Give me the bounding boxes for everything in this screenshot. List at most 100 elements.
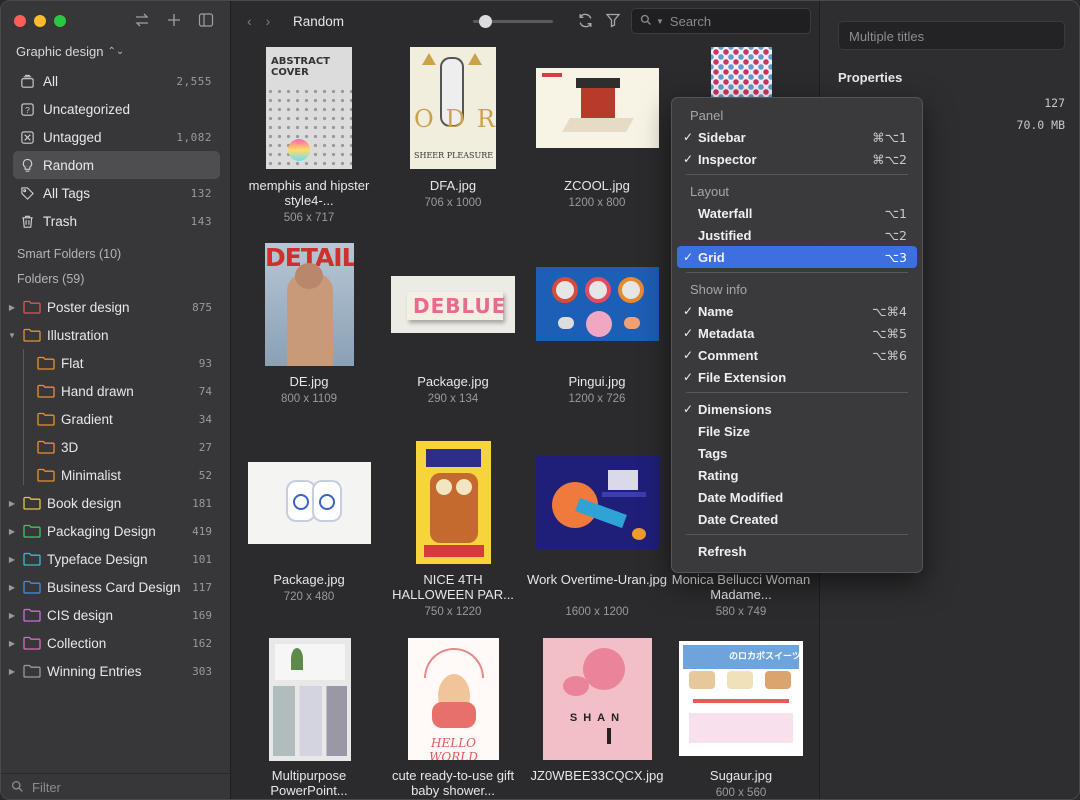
menu-item-file-size[interactable]: File Size — [677, 420, 917, 442]
item-name[interactable]: ZCOOL.jpg — [527, 178, 667, 193]
item-name[interactable]: NICE 4TH HALLOWEEN PAR... — [383, 572, 523, 602]
filter-bar[interactable]: Filter — [1, 773, 230, 799]
zoom-window-button[interactable] — [54, 15, 66, 27]
thumbnail-image[interactable]: DETAILS — [265, 243, 354, 366]
filter-input[interactable]: Filter — [32, 780, 61, 795]
item-name[interactable]: DE.jpg — [239, 374, 379, 389]
thumbnail-image[interactable] — [416, 441, 491, 564]
menu-item-waterfall[interactable]: Waterfall ⌥1 — [677, 202, 917, 224]
sync-arrows-icon[interactable] — [134, 12, 150, 28]
menu-item-refresh[interactable]: Refresh — [677, 540, 917, 562]
menu-item-date-created[interactable]: Date Created — [677, 508, 917, 530]
menu-item-inspector[interactable]: ✓ Inspector ⌘⌥2 — [677, 148, 917, 170]
sidebar-item-all-tags[interactable]: All Tags 132 — [13, 179, 220, 207]
item-name[interactable]: Monica Bellucci Woman Madame... — [671, 572, 811, 602]
folder-item[interactable]: ▶ Typeface Design 101 — [1, 545, 230, 573]
search-input[interactable]: Search — [670, 14, 711, 29]
folder-item[interactable]: ▶ CIS design 169 — [1, 601, 230, 629]
title-field[interactable]: Multiple titles — [838, 21, 1065, 50]
minimize-window-button[interactable] — [34, 15, 46, 27]
item-name[interactable]: Sugaur.jpg — [671, 768, 811, 783]
menu-item-date-modified[interactable]: Date Modified — [677, 486, 917, 508]
folder-item[interactable]: Minimalist 52 — [1, 461, 230, 489]
thumbnail-image[interactable]: DEBLUE — [391, 276, 515, 333]
folder-item[interactable]: ▶ Poster design 875 — [1, 293, 230, 321]
item-name[interactable]: Pingui.jpg — [527, 374, 667, 389]
folders-header[interactable]: Folders (59) — [17, 272, 84, 286]
item-name[interactable]: cute ready-to-use gift baby shower... — [383, 768, 523, 798]
menu-item-label: Date Modified — [698, 489, 784, 505]
close-window-button[interactable] — [14, 15, 26, 27]
disclosure-closed-icon[interactable]: ▶ — [5, 611, 19, 620]
banner-text: のロカボスイーツ — [729, 652, 801, 662]
smart-folders-header[interactable]: Smart Folders (10) — [17, 247, 121, 261]
disclosure-closed-icon[interactable]: ▶ — [5, 555, 19, 564]
item-name[interactable]: Work Overtime-Uran.jpg — [527, 572, 667, 587]
menu-item-metadata[interactable]: ✓ Metadata ⌥⌘5 — [677, 322, 917, 344]
view-options-menu: Panel ✓ Sidebar ⌘⌥1 ✓ Inspector ⌘⌥2 Layout Water… — [671, 97, 923, 573]
menu-item-comment[interactable]: ✓ Comment ⌥⌘6 — [677, 344, 917, 366]
menu-item-file-extension[interactable]: ✓ File Extension — [677, 366, 917, 388]
slider-knob[interactable] — [479, 15, 492, 28]
item-name[interactable]: Package.jpg — [383, 374, 523, 389]
thumbnail-image[interactable] — [536, 68, 659, 148]
sidebar-toggle-icon[interactable] — [198, 12, 214, 28]
menu-item-sidebar[interactable]: ✓ Sidebar ⌘⌥1 — [677, 126, 917, 148]
disclosure-closed-icon[interactable]: ▶ — [5, 527, 19, 536]
thumbnail-image[interactable]: のロカボスイーツ — [679, 641, 803, 756]
menu-item-rating[interactable]: Rating — [677, 464, 917, 486]
thumbnail-image[interactable] — [248, 462, 371, 544]
thumbnail-image[interactable] — [269, 638, 351, 761]
thumbnail-image[interactable]: HELLO WORLD — [408, 638, 499, 760]
menu-item-dimensions[interactable]: ✓ Dimensions — [677, 398, 917, 420]
thumbnail-image[interactable] — [536, 456, 659, 549]
thumbnail-image[interactable]: ABSTRACT COVER — [266, 47, 352, 169]
item-name[interactable]: memphis and hipster style4-... — [239, 178, 379, 208]
sidebar-item-untagged[interactable]: Untagged 1,082 — [13, 123, 220, 151]
sidebar-item-uncategorized[interactable]: ? Uncategorized — [13, 95, 220, 123]
item-name[interactable]: JZ0WBEE33CQCX.jpg — [527, 768, 667, 783]
menu-item-grid[interactable]: ✓ Grid ⌥3 — [677, 246, 917, 268]
thumbnail-image[interactable] — [711, 47, 772, 99]
disclosure-open-icon[interactable]: ▼ — [5, 331, 19, 340]
folder-item[interactable]: ▶ Book design 181 — [1, 489, 230, 517]
disclosure-closed-icon[interactable]: ▶ — [5, 303, 19, 312]
folder-item[interactable]: ▼ Illustration — [1, 321, 230, 349]
add-icon[interactable] — [166, 12, 182, 28]
thumbnail-image[interactable] — [536, 267, 659, 341]
folder-item[interactable]: 3D 27 — [1, 433, 230, 461]
menu-item-tags[interactable]: Tags — [677, 442, 917, 464]
filter-funnel-icon[interactable] — [605, 12, 621, 31]
menu-item-name[interactable]: ✓ Name ⌥⌘4 — [677, 300, 917, 322]
folder-icon — [37, 440, 55, 454]
search-field[interactable]: ▼ Search — [631, 8, 811, 34]
folder-item[interactable]: ▶ Packaging Design 419 — [1, 517, 230, 545]
back-arrow-icon[interactable]: ‹ — [247, 13, 252, 29]
item-name[interactable]: Package.jpg — [239, 572, 379, 587]
folder-item[interactable]: Hand drawn 74 — [1, 377, 230, 405]
sidebar-item-all[interactable]: All 2,555 — [13, 67, 220, 95]
folder-item[interactable]: Gradient 34 — [1, 405, 230, 433]
folder-item[interactable]: Flat 93 — [1, 349, 230, 377]
thumbnail-image[interactable]: SHAN — [543, 638, 652, 760]
menu-item-label: Grid — [698, 249, 725, 265]
forward-arrow-icon[interactable]: › — [266, 13, 271, 29]
zoom-slider[interactable] — [473, 15, 553, 28]
item-name[interactable]: Multipurpose PowerPoint... — [239, 768, 379, 798]
item-name[interactable]: DFA.jpg — [383, 178, 523, 193]
sidebar-item-trash[interactable]: Trash 143 — [13, 207, 220, 235]
folder-item[interactable]: ▶ Business Card Design 117 — [1, 573, 230, 601]
disclosure-closed-icon[interactable]: ▶ — [5, 667, 19, 676]
disclosure-closed-icon[interactable]: ▶ — [5, 583, 19, 592]
folder-item[interactable]: ▶ Winning Entries 303 — [1, 657, 230, 685]
library-selector[interactable]: Graphic design ⌃⌄ — [16, 44, 124, 59]
refresh-icon[interactable] — [577, 12, 594, 32]
menu-item-justified[interactable]: Justified ⌥2 — [677, 224, 917, 246]
disclosure-closed-icon[interactable]: ▶ — [5, 499, 19, 508]
folder-count: 117 — [192, 580, 212, 594]
sidebar-item-random[interactable]: Random — [13, 151, 220, 179]
thumbnail-image[interactable]: ODRI SHEER PLEASURE — [410, 47, 496, 169]
folder-label: Typeface Design — [47, 551, 148, 567]
folder-item[interactable]: ▶ Collection 162 — [1, 629, 230, 657]
disclosure-closed-icon[interactable]: ▶ — [5, 639, 19, 648]
